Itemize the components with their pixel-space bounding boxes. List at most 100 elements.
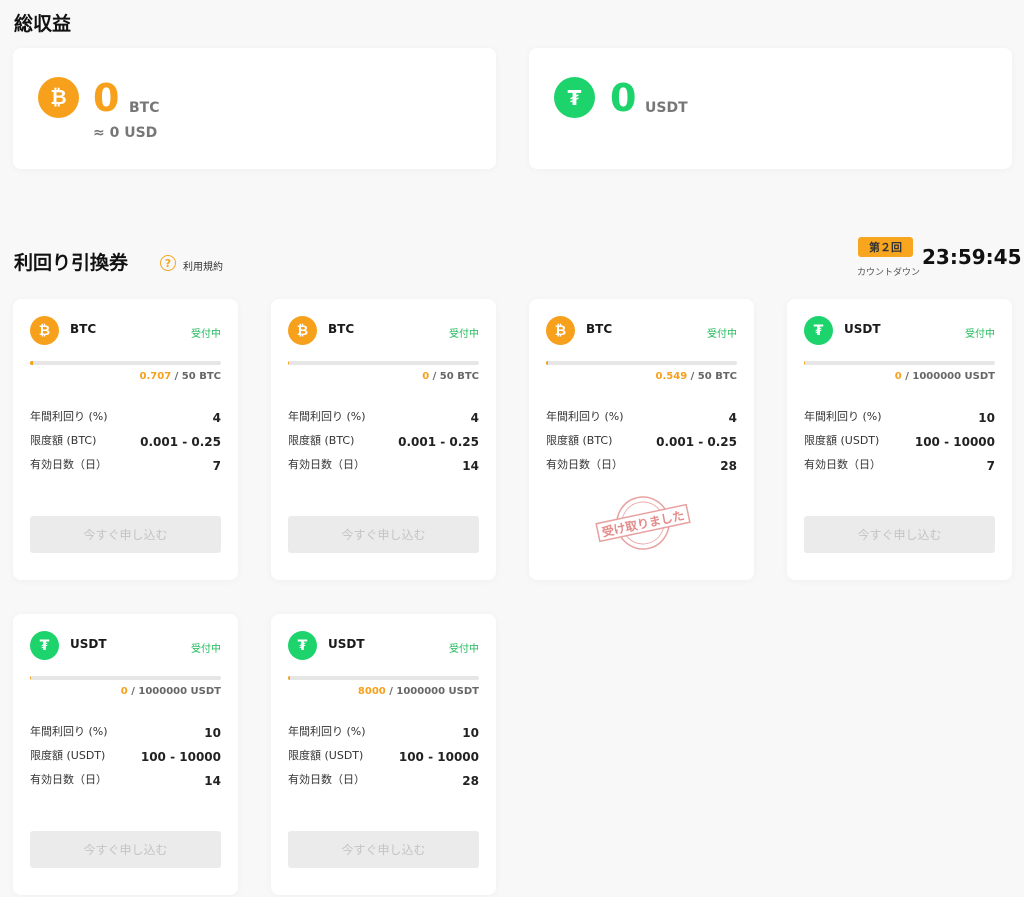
yield-value: 4 [728, 411, 737, 425]
days-row: 有効日数（日） 14 [30, 771, 221, 791]
quota-current: 0 [120, 686, 128, 697]
quota-text: 0 / 1000000 USDT [121, 686, 221, 697]
btc-earnings-usd: ≈ 0 USD [93, 125, 158, 141]
tether-icon: ₮ [30, 631, 59, 660]
quota-current: 0 [894, 371, 902, 382]
quota-text: 0 / 50 BTC [422, 371, 479, 382]
quota-text: 0 / 1000000 USDT [895, 371, 995, 382]
yield-row: 年間利回り (%) 10 [288, 723, 479, 743]
quota-progress-fill [30, 676, 31, 680]
yield-value: 10 [978, 411, 995, 425]
quota-progress-bar [30, 361, 221, 365]
quota-current: 0.707 [139, 371, 172, 382]
days-row: 有効日数（日） 28 [288, 771, 479, 791]
yield-label: 年間利回り (%) [30, 410, 108, 423]
voucher-coin-name: BTC [70, 322, 97, 336]
days-value: 14 [462, 459, 479, 473]
quota-progress-bar [288, 361, 479, 365]
quota-progress-fill [546, 361, 549, 365]
quota-progress-fill [288, 676, 290, 680]
yield-label: 年間利回り (%) [288, 725, 366, 738]
voucher-coin-name: BTC [328, 322, 355, 336]
usdt-earnings-unit: USDT [645, 100, 688, 116]
quota-progress-bar [546, 361, 737, 365]
days-label: 有効日数（日） [30, 773, 107, 786]
btc-earnings-value: 0 [93, 76, 120, 120]
received-stamp: 受け取りました [595, 496, 691, 550]
days-row: 有効日数（日） 28 [546, 456, 737, 476]
help-icon[interactable]: ? [160, 255, 176, 271]
days-value: 7 [986, 459, 995, 473]
quota-total: / 1000000 USDT [389, 686, 479, 697]
quota-text: 8000 / 1000000 USDT [358, 686, 479, 697]
quota-total: / 50 BTC [432, 371, 479, 382]
quota-total: / 50 BTC [174, 371, 221, 382]
voucher-coin-name: USDT [70, 637, 107, 651]
quota-text: 0.707 / 50 BTC [140, 371, 221, 382]
page: 総収益 ₿ 0 BTC ≈ 0 USD ₮ 0 USDT 利回り引換券 ? 利用… [0, 0, 1024, 897]
apply-now-button[interactable]: 今すぐ申し込む [30, 831, 221, 868]
limit-row: 限度額 (BTC) 0.001 - 0.25 [546, 432, 737, 452]
voucher-card: ₮ USDT 受付中 0 / 1000000 USDT 年間利回り (%) 10… [787, 299, 1012, 580]
limit-value: 0.001 - 0.25 [656, 435, 737, 449]
round-badge: 第２回 [858, 237, 913, 257]
yield-label: 年間利回り (%) [804, 410, 882, 423]
limit-label: 限度額 (USDT) [288, 749, 364, 762]
days-value: 28 [462, 774, 479, 788]
voucher-status: 受付中 [191, 329, 221, 340]
tether-icon: ₮ [804, 316, 833, 345]
days-label: 有効日数（日） [288, 773, 365, 786]
quota-total: / 50 BTC [690, 371, 737, 382]
vouchers-title: 利回り引換券 [14, 252, 129, 274]
quota-total: / 1000000 USDT [131, 686, 221, 697]
apply-now-button[interactable]: 今すぐ申し込む [288, 831, 479, 868]
limit-row: 限度額 (BTC) 0.001 - 0.25 [30, 432, 221, 452]
yield-row: 年間利回り (%) 4 [30, 408, 221, 428]
limit-value: 0.001 - 0.25 [140, 435, 221, 449]
yield-row: 年間利回り (%) 4 [546, 408, 737, 428]
voucher-card: ₮ USDT 受付中 0 / 1000000 USDT 年間利回り (%) 10… [13, 614, 238, 895]
voucher-status: 受付中 [449, 644, 479, 655]
quota-text: 0.549 / 50 BTC [656, 371, 737, 382]
yield-label: 年間利回り (%) [546, 410, 624, 423]
limit-row: 限度額 (USDT) 100 - 10000 [288, 747, 479, 767]
voucher-coin-name: USDT [844, 322, 881, 336]
voucher-coin-name: USDT [328, 637, 365, 651]
quota-progress-fill [288, 361, 289, 365]
tether-icon: ₮ [288, 631, 317, 660]
days-row: 有効日数（日） 7 [804, 456, 995, 476]
terms-link[interactable]: 利用規約 [183, 258, 223, 273]
limit-label: 限度額 (BTC) [288, 434, 355, 447]
limit-label: 限度額 (USDT) [804, 434, 880, 447]
quota-progress-fill [804, 361, 805, 365]
yield-value: 10 [462, 726, 479, 740]
voucher-status: 受付中 [449, 329, 479, 340]
quota-current: 0.549 [655, 371, 688, 382]
quota-progress-bar [288, 676, 479, 680]
apply-now-button[interactable]: 今すぐ申し込む [30, 516, 221, 553]
countdown-label: カウントダウン [857, 268, 921, 278]
days-label: 有効日数（日） [288, 458, 365, 471]
earnings-title: 総収益 [14, 13, 72, 35]
voucher-card: ₿ BTC 受付中 0.549 / 50 BTC 年間利回り (%) 4 限度額… [529, 299, 754, 580]
bitcoin-icon: ₿ [288, 316, 317, 345]
voucher-coin-name: BTC [586, 322, 613, 336]
voucher-status: 受付中 [707, 329, 737, 340]
apply-now-button[interactable]: 今すぐ申し込む [804, 516, 995, 553]
bitcoin-icon: ₿ [30, 316, 59, 345]
limit-value: 100 - 10000 [398, 750, 479, 764]
quota-progress-fill [30, 361, 33, 365]
quota-progress-bar [30, 676, 221, 680]
yield-value: 4 [470, 411, 479, 425]
usdt-earnings-card: ₮ 0 USDT [529, 48, 1012, 169]
apply-now-button[interactable]: 今すぐ申し込む [288, 516, 479, 553]
quota-current: 0 [422, 371, 430, 382]
bitcoin-icon: ₿ [38, 77, 79, 118]
limit-row: 限度額 (BTC) 0.001 - 0.25 [288, 432, 479, 452]
days-value: 7 [212, 459, 221, 473]
limit-label: 限度額 (USDT) [30, 749, 106, 762]
limit-label: 限度額 (BTC) [546, 434, 613, 447]
yield-label: 年間利回り (%) [288, 410, 366, 423]
days-label: 有効日数（日） [30, 458, 107, 471]
limit-value: 100 - 10000 [914, 435, 995, 449]
